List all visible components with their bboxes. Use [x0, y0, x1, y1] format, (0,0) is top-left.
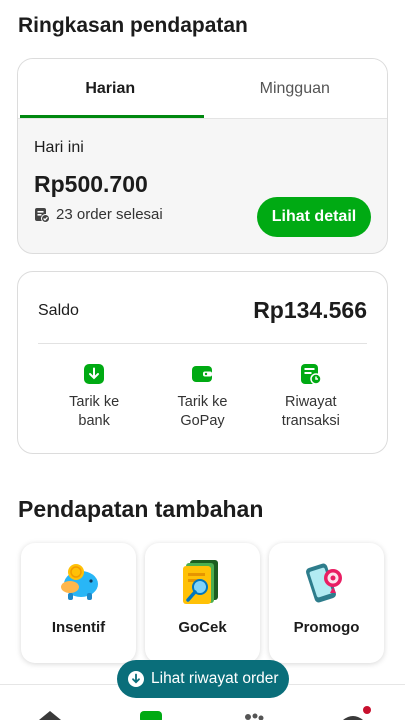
- transaction-history-label: Riwayat transaksi: [281, 394, 340, 429]
- gocek-document-icon: [182, 560, 218, 604]
- transaction-history-button[interactable]: Riwayat transaksi: [261, 362, 361, 431]
- orders-completed-text: 23 order selesai: [56, 206, 163, 223]
- incentive-piggy-icon: [60, 564, 98, 600]
- tab-weekly[interactable]: Mingguan: [203, 59, 388, 118]
- earnings-summary-card: Harian Mingguan Hari ini Rp500.700 23 or…: [17, 58, 388, 254]
- tab-daily[interactable]: Harian: [18, 59, 203, 118]
- balance-divider: [38, 343, 367, 344]
- balance-amount: Rp134.566: [253, 297, 367, 323]
- order-history-button[interactable]: Lihat riwayat order: [117, 660, 289, 698]
- order-check-icon: [35, 207, 50, 223]
- withdraw-bank-icon: [84, 364, 105, 384]
- today-amount: Rp500.700: [34, 171, 148, 197]
- extra-income-tiles: Insentif GoCek Promogo: [21, 543, 384, 663]
- balance-label: Saldo: [38, 302, 79, 319]
- promogo-tile[interactable]: Promogo: [269, 543, 384, 663]
- withdraw-to-gopay-button[interactable]: Tarik ke GoPay: [152, 362, 252, 431]
- withdraw-to-gopay-label: Tarik ke GoPay: [177, 394, 228, 429]
- incentive-label: Insentif: [51, 619, 106, 636]
- home-icon[interactable]: [37, 705, 63, 720]
- balance-card: Saldo Rp134.566 Tarik ke bank Tarik ke G…: [17, 271, 388, 454]
- withdraw-to-bank-button[interactable]: Tarik ke bank: [44, 362, 144, 431]
- profile-nav-icon[interactable]: [341, 704, 373, 720]
- balance-actions: Tarik ke bank Tarik ke GoPay Riwayat tra…: [18, 362, 387, 431]
- withdraw-to-bank-label: Tarik ke bank: [69, 394, 120, 429]
- page-title: Ringkasan pendapatan: [18, 14, 248, 37]
- activity-nav-icon[interactable]: [243, 712, 265, 720]
- order-history-label: Lihat riwayat order: [151, 670, 279, 687]
- gocek-tile[interactable]: GoCek: [145, 543, 260, 663]
- extra-income-title: Pendapatan tambahan: [18, 496, 264, 522]
- period-tabs: Harian Mingguan: [18, 59, 387, 119]
- today-label: Hari ini: [34, 139, 84, 156]
- earnings-body: Hari ini Rp500.700 23 order selesai Liha…: [18, 119, 387, 243]
- arrow-down-circle-icon: [128, 671, 144, 687]
- earnings-screen: Ringkasan pendapatan Harian Mingguan Har…: [0, 0, 405, 720]
- transaction-history-icon: [300, 364, 322, 385]
- gocek-label: GoCek: [178, 619, 227, 636]
- wallet-icon: [192, 366, 213, 382]
- view-detail-button[interactable]: Lihat detail: [257, 197, 371, 237]
- promogo-label: Promogo: [293, 619, 360, 636]
- incentive-tile[interactable]: Insentif: [21, 543, 136, 663]
- promogo-phone-icon: [305, 563, 342, 603]
- wallet-nav-icon[interactable]: [139, 708, 163, 720]
